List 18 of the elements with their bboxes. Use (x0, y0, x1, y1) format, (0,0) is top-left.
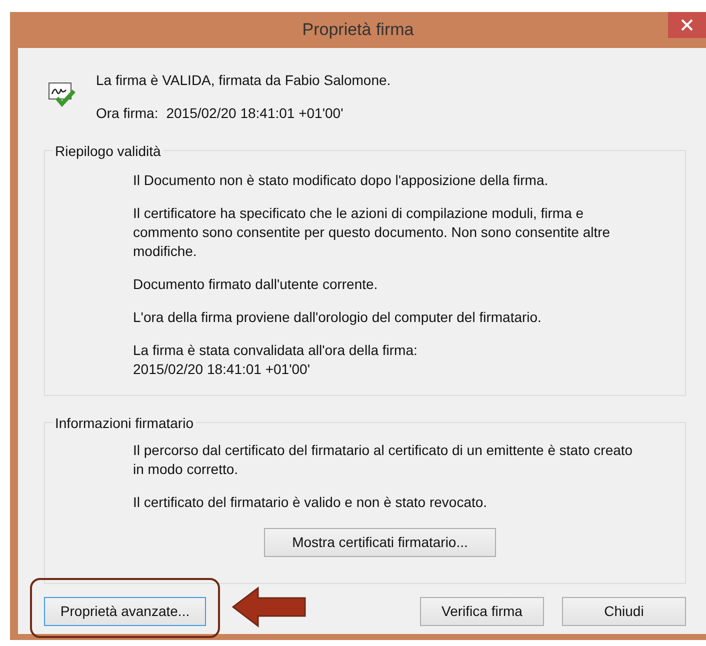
info-paragraph: Il Documento non è stato modificato dopo l'apposizione della firma. (133, 171, 550, 190)
close-button[interactable] (668, 12, 706, 38)
info-paragraph: Il certificato del firmatario è valido e non è stato revocato. (133, 493, 488, 512)
time-value: 2015/02/20 18:41:01 +01'00' (166, 104, 344, 123)
time-label: Ora firma: (96, 104, 158, 123)
signature-status: La firma è VALIDA, firmata da Fabio Salomone. (96, 71, 391, 90)
dialog-button[interactable]: Chiudi (562, 597, 686, 626)
dialog-button[interactable]: Proprietà avanzate... (44, 597, 206, 626)
info-paragraph: La firma è stata convalidata all'ora della firma: 2015/02/20 18:41:01 +01'00' (133, 341, 418, 379)
close-icon (681, 19, 693, 31)
info-paragraph: Documento firmato dall'utente corrente. (133, 275, 379, 294)
info-paragraph: Il percorso dal certificato del firmatario al certificato di un emittente è stato creato in modo corretto. (133, 441, 634, 479)
info-paragraph: L'ora della firma proviene dall'orologio del computer del firmatario. (133, 308, 542, 327)
signature-check-icon (48, 80, 76, 108)
show-certificates-button[interactable]: Mostra certificati firmatario... (264, 528, 496, 557)
info-paragraph: Il certificatore ha specificato che le azioni di compilazione moduli, firma e commento sono consentite per questo documento. Non sono consentite altre modifiche. (133, 204, 612, 261)
window-title: Proprietà firma (301, 19, 415, 42)
dialog-button[interactable]: Verifica firma (420, 597, 544, 626)
